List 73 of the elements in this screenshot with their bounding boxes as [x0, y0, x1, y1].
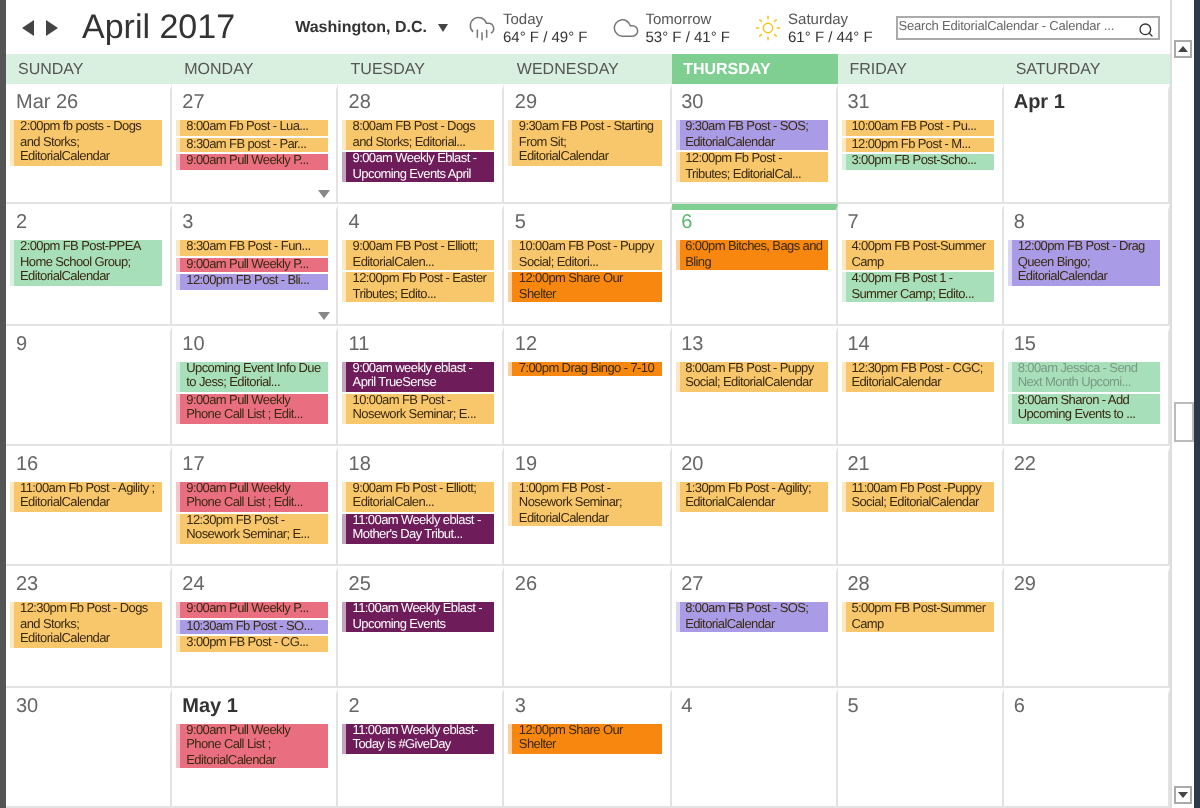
day-number: 26	[512, 572, 540, 601]
day-cell[interactable]: Apr 1	[1003, 84, 1170, 205]
day-number: 12	[512, 331, 540, 360]
scrollbar[interactable]	[1170, 0, 1194, 808]
next-icon[interactable]	[46, 19, 58, 35]
search-icon[interactable]	[1138, 21, 1155, 37]
weekday-header: SATURDAY	[1013, 58, 1103, 82]
month-title: April 2017	[82, 7, 236, 47]
day-number: 3	[180, 210, 196, 239]
weekday-header: SUNDAY	[16, 58, 86, 82]
day-number: 20	[679, 451, 706, 480]
day-number: 25	[346, 572, 373, 601]
day-number: 31	[845, 90, 872, 118]
day-number: 16	[14, 451, 41, 480]
day-number: 27	[180, 90, 207, 118]
day-number: 29	[512, 90, 540, 118]
day-number: 19	[512, 451, 540, 480]
day-number: 8	[1011, 210, 1027, 239]
day-number: 24	[180, 572, 207, 601]
caret-icon[interactable]	[438, 23, 449, 31]
previous-icon[interactable]	[22, 19, 34, 35]
day-number: 28	[346, 90, 373, 118]
more-caret-icon[interactable]	[318, 190, 331, 199]
weekday-header: MONDAY	[182, 58, 256, 82]
day-number: 29	[1011, 572, 1038, 601]
day-cell[interactable]: 30	[6, 687, 173, 808]
cloud-icon	[611, 13, 640, 41]
day-number: 6	[679, 210, 695, 239]
day-number: 15	[1011, 331, 1038, 360]
scroll-down-icon[interactable]	[1174, 786, 1192, 804]
day-number: 2	[346, 693, 362, 722]
day-cell[interactable]: 22	[1003, 445, 1170, 567]
day-number: 3	[512, 693, 528, 722]
day-number: 22	[1011, 451, 1038, 480]
day-number: 10	[180, 331, 207, 360]
day-number: 4	[346, 210, 362, 239]
day-number: 21	[845, 451, 872, 480]
day-number: 18	[346, 451, 373, 480]
location-label[interactable]: Washington, D.C.	[295, 18, 427, 36]
day-number: May 1	[180, 693, 240, 722]
day-number: 28	[845, 572, 872, 601]
day-number: 30	[14, 693, 41, 722]
weekday-header: FRIDAY	[847, 58, 909, 82]
day-number: 4	[679, 693, 695, 722]
day-number: 11	[346, 331, 372, 360]
day-cell[interactable]: 6	[1003, 687, 1170, 808]
day-number: 2	[14, 210, 30, 239]
day-number: 27	[679, 572, 706, 601]
scroll-thumb[interactable]	[1173, 402, 1193, 442]
day-number: 5	[845, 693, 861, 722]
day-number: 23	[14, 572, 41, 601]
day-number: Mar 26	[14, 90, 81, 118]
day-cell[interactable]: 26	[504, 566, 672, 688]
sun-icon	[754, 13, 783, 41]
day-number: 5	[512, 210, 528, 239]
scroll-up-icon[interactable]	[1174, 40, 1192, 58]
more-caret-icon[interactable]	[318, 311, 331, 320]
day-number: 6	[1011, 693, 1027, 722]
day-number: Apr 1	[1011, 90, 1067, 118]
rain-cloud-icon	[468, 13, 497, 41]
weekday-header: TUESDAY	[348, 58, 427, 82]
day-number: 9	[14, 331, 30, 360]
day-number: 30	[679, 90, 706, 118]
day-number: 17	[180, 451, 207, 480]
day-cell[interactable]: 5	[837, 687, 1004, 808]
weekday-header: THURSDAY	[671, 54, 838, 84]
day-cell[interactable]: 4	[671, 687, 838, 808]
day-number: 7	[845, 210, 861, 239]
weekday-header: WEDNESDAY	[514, 58, 621, 82]
day-cell[interactable]: 29	[1003, 566, 1170, 688]
day-number: 14	[845, 331, 872, 360]
day-cell[interactable]: 9	[6, 325, 173, 446]
day-number: 13	[679, 331, 706, 360]
